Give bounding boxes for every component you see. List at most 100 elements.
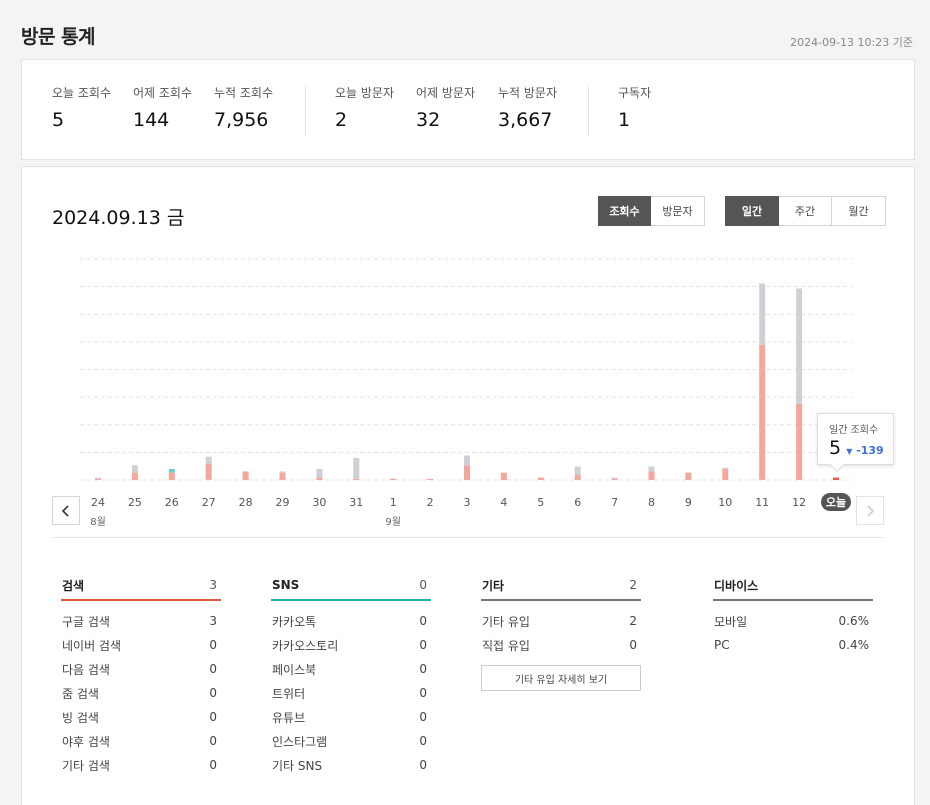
stat-total-views: 누적 조회수 7,956 (214, 86, 274, 131)
x-tick-label: 25 (128, 496, 142, 509)
chart-bar (574, 475, 581, 480)
chart-bar (500, 472, 507, 480)
chart-prev-button[interactable] (52, 496, 80, 525)
chart-bar (131, 465, 138, 473)
list-item: 구글 검색 3 (62, 614, 217, 629)
x-tick-label: 9 (685, 496, 692, 509)
list-item: 다음 검색 0 (62, 662, 217, 677)
list-item: 기타 유입 2 (482, 614, 637, 629)
chart-bar (464, 455, 470, 466)
chart-bar (574, 466, 581, 476)
x-tick-label: 24 (91, 496, 105, 509)
stat-today-views: 오늘 조회수 5 (52, 86, 112, 131)
chart-bar (205, 464, 212, 480)
chart-bar (205, 456, 212, 465)
down-arrow-icon: ▼ (846, 447, 853, 456)
list-item: 인스타그램 0 (272, 734, 427, 749)
x-tick-label: 12 (792, 496, 806, 509)
x-tick-label: 오늘 (826, 496, 846, 509)
x-tick-label: 26 (165, 496, 179, 509)
list-item: 모바일 0.6% (714, 614, 869, 629)
chart-bar (279, 471, 286, 473)
chart-bar (722, 468, 729, 480)
x-tick-label: 1 (390, 496, 397, 509)
list-item: PC 0.4% (714, 638, 869, 652)
stat-total-visitors: 누적 방문자 3,667 (498, 86, 558, 131)
month-label: 8월 (90, 516, 106, 528)
list-item: 유튜브 0 (272, 710, 427, 725)
chart-bar (353, 457, 360, 479)
daily-views-chart: 24 25 26 27 28 29 30 31 1 2 3 4 5 6 7 8 9 10 11 12 오늘8월 9월 (80, 258, 852, 528)
x-tick-label: 28 (239, 496, 253, 509)
category-other: 기타 2 기타 유입 2 직접 유입 0 기타 유입 자세히 보기 (481, 571, 641, 691)
section-divider (52, 537, 884, 538)
list-item: 카카오스토리 0 (272, 638, 427, 653)
month-label: 9월 (385, 516, 401, 528)
list-item: 직접 유입 0 (482, 638, 637, 653)
category-device: 디바이스 모바일 0.6% PC 0.4% (713, 571, 873, 657)
x-tick-label: 2 (427, 496, 434, 509)
chart-bar (611, 477, 618, 479)
other-detail-button[interactable]: 기타 유입 자세히 보기 (481, 665, 641, 691)
stat-subscribers: 구독자 1 (618, 86, 652, 131)
list-item: 카카오톡 0 (272, 614, 427, 629)
list-item: 빙 검색 0 (62, 710, 217, 725)
list-item: 기타 SNS 0 (272, 758, 427, 773)
tooltip-value: 5 (829, 437, 842, 459)
chart-bar (611, 478, 618, 480)
list-item: 야후 검색 0 (62, 734, 217, 749)
list-item: 페이스북 0 (272, 662, 427, 677)
chart-tooltip: 일간 조회수 5 ▼ -139 (817, 413, 894, 465)
chart-bar (95, 477, 101, 479)
updated-timestamp: 2024-09-13 10:23 기준 (790, 36, 913, 49)
chart-bar (759, 283, 766, 345)
list-item: 줌 검색 0 (62, 686, 217, 701)
chart-bar (390, 478, 397, 480)
chart-bar (796, 288, 803, 404)
category-header: 검색 3 (61, 571, 221, 601)
x-tick-label: 6 (574, 496, 581, 509)
category-search: 검색 3 구글 검색 3 네이버 검색 0 다음 검색 0 줌 검색 0 빙 검색 0 야… (61, 571, 221, 777)
chart-bar (648, 466, 655, 472)
stat-today-visitors: 오늘 방문자 2 (335, 86, 395, 131)
list-item: 네이버 검색 0 (62, 638, 217, 653)
chevron-right-icon (867, 504, 875, 517)
chart-bar (464, 465, 470, 480)
chart-bar (685, 472, 692, 480)
chart-bar (648, 471, 655, 480)
chart-bar (168, 468, 175, 473)
summary-divider (305, 86, 306, 136)
x-tick-label: 8 (648, 496, 655, 509)
x-tick-label: 27 (202, 496, 216, 509)
chart-bar (833, 477, 839, 480)
chart-next-button[interactable] (856, 496, 884, 525)
category-header: SNS 0 (271, 571, 431, 601)
x-tick-label: 11 (755, 496, 769, 509)
x-tick-label: 7 (611, 496, 618, 509)
stat-yesterday-views: 어제 조회수 144 (133, 86, 193, 131)
chart-bar (168, 472, 175, 480)
x-tick-label: 30 (312, 496, 326, 509)
chart-bar (353, 478, 360, 480)
chart-bar (537, 477, 544, 480)
x-tick-label: 29 (276, 496, 290, 509)
list-item: 트위터 0 (272, 686, 427, 701)
list-item: 기타 검색 0 (62, 758, 217, 773)
chart-bar (131, 472, 138, 480)
chart-bar (316, 468, 323, 478)
chart-panel: 2024.09.13 금 조회수 방문자 일간 주간 월간 24 25 26 27 28… (21, 166, 915, 805)
chart-bar (316, 477, 323, 480)
x-tick-label: 10 (718, 496, 732, 509)
chart-bar (427, 478, 434, 480)
category-header: 디바이스 (713, 571, 873, 601)
chart-bar (242, 471, 249, 480)
chart-bar (279, 472, 286, 480)
page-title: 방문 통계 (21, 26, 96, 48)
stat-yesterday-visitors: 어제 방문자 32 (416, 86, 476, 131)
chevron-left-icon (61, 504, 69, 517)
x-tick-label: 3 (464, 496, 471, 509)
chart-bar (722, 467, 729, 469)
summary-panel: 오늘 조회수 5 어제 조회수 144 누적 조회수 7,956 오늘 방문자 … (21, 59, 915, 160)
chart-bar (759, 344, 766, 480)
chart-bar (796, 403, 803, 480)
